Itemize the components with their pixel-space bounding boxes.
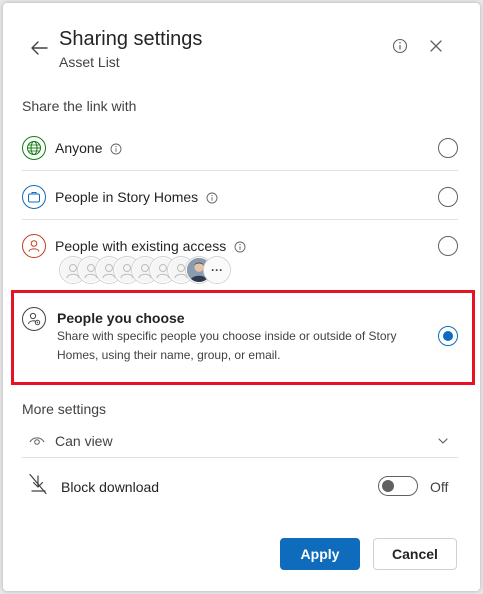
divider: [22, 170, 458, 171]
person-icon: [22, 234, 46, 258]
block-download-toggle[interactable]: [378, 476, 418, 496]
more-settings-label: More settings: [22, 401, 107, 417]
block-download-icon: [29, 473, 47, 495]
apply-button[interactable]: Apply: [280, 538, 360, 570]
option-description: Share with specific people you choose in…: [57, 329, 397, 362]
people-settings-icon: [22, 307, 46, 331]
divider: [22, 457, 458, 458]
radio-existing-access[interactable]: [438, 236, 458, 256]
share-section-label: Share the link with: [22, 98, 137, 114]
back-arrow-icon[interactable]: [28, 37, 50, 59]
dialog-title: Sharing settings: [59, 28, 203, 50]
chevron-down-icon: [438, 438, 448, 444]
cancel-button[interactable]: Cancel: [373, 538, 457, 570]
permission-value: Can view: [55, 433, 113, 449]
option-label: Anyone: [55, 140, 103, 156]
option-label: People with existing access: [55, 238, 227, 254]
option-anyone[interactable]: Anyone: [22, 133, 458, 163]
option-label: People you choose: [57, 310, 185, 326]
option-people-in-org[interactable]: People in Story Homes: [22, 182, 458, 212]
globe-icon: [22, 136, 46, 160]
eye-icon: [29, 437, 45, 445]
dialog-subtitle: Asset List: [59, 54, 120, 70]
permission-dropdown[interactable]: Can view: [22, 426, 458, 456]
radio-anyone[interactable]: [438, 138, 458, 158]
toggle-state-label: Off: [430, 479, 449, 495]
divider: [22, 219, 458, 220]
option-label: People in Story Homes: [55, 189, 199, 205]
more-avatars-button[interactable]: ···: [204, 257, 230, 283]
radio-people-in-org[interactable]: [438, 187, 458, 207]
info-icon[interactable]: [234, 241, 246, 253]
radio-people-you-choose[interactable]: [438, 326, 458, 346]
close-icon[interactable]: [428, 38, 444, 54]
info-icon[interactable]: [110, 143, 122, 155]
info-icon[interactable]: [391, 37, 409, 55]
info-icon[interactable]: [206, 192, 218, 204]
block-download-label: Block download: [61, 479, 160, 495]
block-download-row: Block download Off: [22, 470, 458, 504]
briefcase-icon: [22, 185, 46, 209]
